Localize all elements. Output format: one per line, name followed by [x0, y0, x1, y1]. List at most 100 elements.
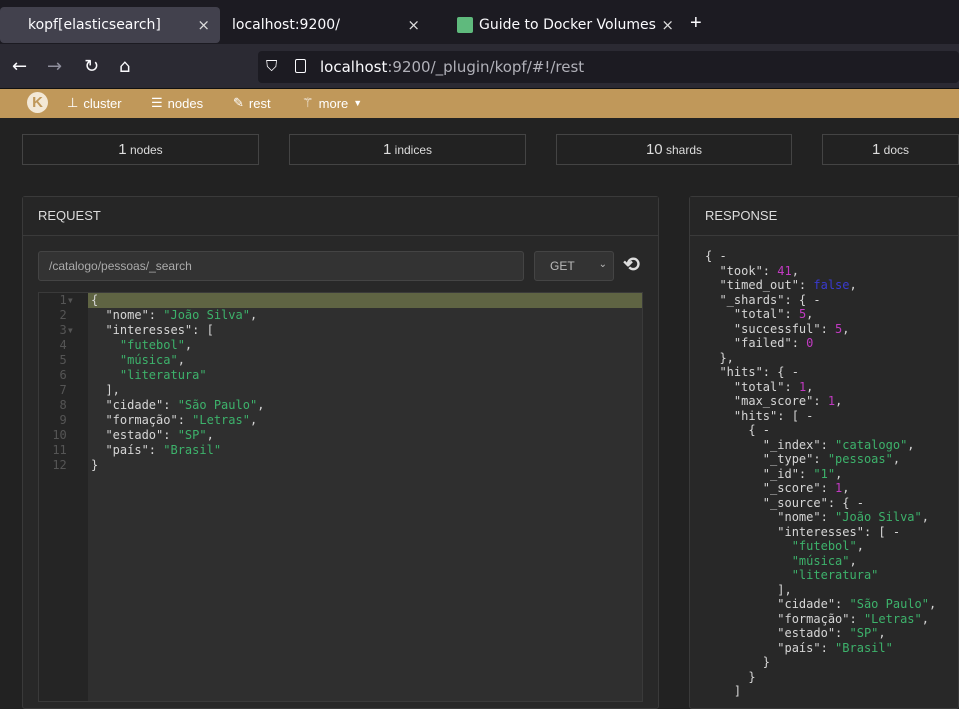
- json-string: "São Paulo": [177, 398, 258, 412]
- stat-value: 1: [871, 141, 881, 158]
- code-line: "literatura": [705, 568, 936, 583]
- json-punct: : { -: [784, 292, 821, 307]
- json-string: "João Silva": [835, 510, 922, 524]
- tab-label: localhost:9200/: [232, 17, 340, 33]
- json-punct: }: [705, 669, 756, 684]
- reload-icon[interactable]: ↻: [84, 56, 99, 77]
- json-key: "_shards": [705, 292, 785, 307]
- json-punct: ],: [705, 582, 792, 597]
- json-key: "successful": [705, 321, 821, 336]
- request-code: { "nome": "João Silva", "interesses": [ …: [91, 293, 264, 473]
- code-line: "cidade": "São Paulo",: [705, 597, 936, 612]
- json-punct: :: [798, 278, 814, 292]
- nav-rest[interactable]: ✎ rest: [233, 95, 271, 111]
- nav-more[interactable]: ⚚ more ▼: [302, 95, 362, 111]
- line-number: 11: [52, 443, 74, 457]
- json-string: "Brasil": [163, 443, 222, 457]
- stat-shards: 10 shards: [556, 134, 792, 165]
- code-line: "timed_out": false,: [705, 278, 936, 293]
- back-icon[interactable]: ←: [12, 56, 27, 77]
- nav-label: cluster: [83, 95, 122, 111]
- code-line: "successful": 5,: [705, 322, 936, 337]
- code-line: ],: [705, 583, 936, 598]
- json-punct: }: [705, 655, 771, 669]
- json-punct: ,: [184, 338, 193, 352]
- json-punct: ,: [257, 398, 265, 412]
- code-line: }: [705, 655, 936, 670]
- code-line: }: [705, 670, 936, 685]
- line-number: 7: [59, 383, 74, 397]
- nav-cluster[interactable]: ⊥ cluster: [67, 95, 122, 111]
- json-punct: :: [148, 443, 164, 457]
- json-punct: ,: [791, 263, 799, 278]
- nav-nodes[interactable]: ☰ nodes: [151, 95, 203, 111]
- json-punct: ,: [835, 394, 843, 408]
- line-number: 3▾: [59, 323, 74, 337]
- code-line: "formação": "Letras",: [705, 612, 936, 627]
- code-line: "_type": "pessoas",: [705, 452, 936, 467]
- history-icon[interactable]: ⟲: [623, 252, 640, 277]
- json-key: "timed_out": [705, 278, 799, 292]
- json-punct: {: [91, 293, 99, 307]
- json-punct: :: [835, 597, 850, 611]
- json-punct: ,: [849, 553, 857, 568]
- json-string: "literatura": [705, 568, 879, 582]
- json-punct: ,: [842, 321, 850, 336]
- tab-localhost[interactable]: localhost:9200/ ×: [204, 7, 430, 43]
- json-key: "formação": [705, 611, 850, 626]
- tab-kopf[interactable]: kopf[elasticsearch] ×: [0, 7, 220, 43]
- json-punct: : [: [192, 323, 214, 337]
- json-punct: ,: [892, 452, 901, 466]
- json-punct: :: [784, 307, 799, 321]
- json-key: "hits": [705, 408, 778, 423]
- code-line: "_source": { -: [705, 496, 936, 511]
- line-number: 9: [59, 413, 74, 427]
- home-icon[interactable]: ⌂: [119, 56, 130, 77]
- code-line: "estado": "SP",: [705, 626, 936, 641]
- code-line: "total": 1,: [705, 380, 936, 395]
- forward-icon[interactable]: →: [47, 56, 62, 77]
- caret-down-icon: ▼: [353, 98, 363, 108]
- json-punct: :: [791, 336, 807, 350]
- json-string: "música": [91, 353, 178, 367]
- json-punct: :: [820, 481, 836, 495]
- json-string: "Letras": [863, 611, 922, 626]
- code-line: "nome": "João Silva",: [705, 510, 936, 525]
- line-number: 2: [59, 308, 74, 322]
- code-line: "país": "Brasil": [91, 443, 264, 458]
- stat-value: 1: [382, 141, 392, 158]
- url-bar[interactable]: ⛉ localhost:9200/_plugin/kopf/#!/rest: [258, 51, 959, 83]
- tab-docker-guide[interactable]: Guide to Docker Volumes ×: [430, 7, 680, 43]
- url-host: localhost: [320, 58, 388, 76]
- kopf-navbar: K ⊥ cluster ☰ nodes ✎ rest ⚚ more ▼: [0, 88, 959, 118]
- request-path-input[interactable]: /catalogo/pessoas/_search: [38, 251, 524, 281]
- request-body-editor[interactable]: 1▾ 2 3▾ 4 5 6 7 8 9 10 11 12 { "nome": "Jo…: [38, 292, 643, 702]
- close-icon[interactable]: ×: [407, 16, 420, 34]
- kopf-logo[interactable]: K: [27, 92, 48, 113]
- json-key: "took": [705, 263, 763, 278]
- code-line: ],: [91, 383, 264, 398]
- line-number: 5: [59, 353, 74, 367]
- nav-label: rest: [248, 95, 271, 111]
- method-select[interactable]: GET ⌄: [534, 251, 614, 281]
- json-punct: ,: [177, 353, 185, 367]
- json-punct: :: [762, 263, 778, 278]
- json-punct: :: [813, 452, 828, 466]
- magic-wand-icon: ⚚: [302, 95, 314, 110]
- new-tab-icon[interactable]: +: [690, 12, 702, 35]
- line-number: 1▾: [59, 293, 74, 307]
- close-icon[interactable]: ×: [661, 16, 674, 34]
- line-number: 10: [52, 428, 74, 442]
- nav-label: nodes: [167, 95, 204, 111]
- json-punct: ,: [249, 308, 258, 322]
- stat-unit: indices: [394, 143, 433, 157]
- response-code: { - "took": 41, "timed_out": false, "_sh…: [705, 249, 936, 699]
- json-string: "SP": [177, 428, 207, 442]
- shield-icon[interactable]: ⛉: [266, 57, 277, 75]
- json-key: "interesses": [705, 524, 864, 539]
- code-line: "hits": { -: [705, 365, 936, 380]
- json-punct: : { -: [762, 365, 799, 379]
- json-punct: :: [148, 308, 164, 322]
- json-punct: :: [177, 413, 193, 427]
- json-key: "hits": [705, 365, 763, 379]
